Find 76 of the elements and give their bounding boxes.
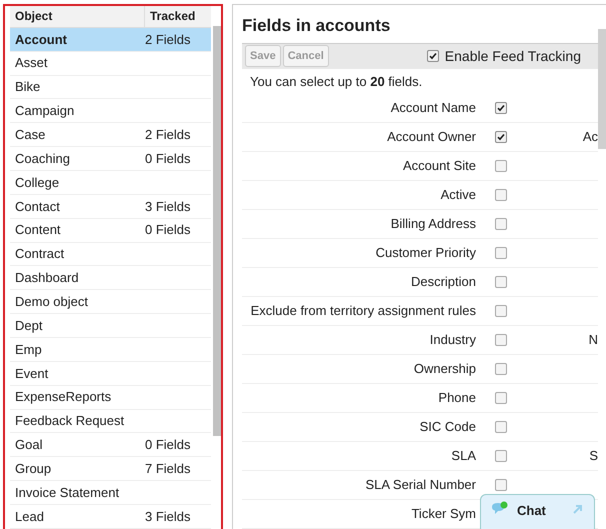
tracked-count: 0 Fields: [145, 221, 191, 240]
chat-widget[interactable]: Chat: [480, 494, 595, 529]
panel-title: Fields in accounts: [242, 15, 392, 37]
feed-tracking-label: Enable Feed Tracking: [444, 46, 581, 66]
checkbox[interactable]: [495, 305, 507, 317]
checkbox[interactable]: [495, 218, 507, 230]
field-label: Ac: [582, 128, 598, 146]
object-row[interactable]: Feedback Request: [10, 410, 212, 434]
checkbox[interactable]: [495, 363, 507, 375]
field-label: S: [589, 447, 598, 466]
tracked-count: 3 Fields: [145, 508, 191, 526]
tracked-count: 2 Fields: [145, 126, 191, 144]
checkbox[interactable]: [495, 160, 507, 172]
field-label: SIC Code: [418, 418, 476, 436]
checkbox[interactable]: [495, 334, 507, 346]
object-name: Feedback Request: [14, 412, 126, 430]
checkbox[interactable]: [495, 131, 507, 143]
object-row[interactable]: Bike: [10, 76, 212, 100]
column-header: Tracked: [144, 6, 196, 27]
tracked-count: 2 Fields: [145, 30, 191, 49]
field-label: N: [588, 331, 598, 350]
field-label: Customer Priority: [374, 244, 476, 262]
checkbox[interactable]: [426, 50, 439, 62]
object-name: Emp: [14, 340, 43, 359]
object-row[interactable]: Account 2 Fields: [10, 28, 212, 52]
checkbox[interactable]: [495, 479, 507, 491]
object-name: Account: [14, 30, 68, 49]
chat-label: Chat: [517, 502, 546, 520]
field-label: Description: [410, 273, 476, 292]
object-name: Contact: [14, 198, 61, 216]
field-label: Active: [440, 186, 476, 204]
object-name: Event: [14, 364, 50, 383]
tracked-count: 0 Fields: [145, 150, 191, 168]
field-label: Account Name: [390, 99, 476, 118]
checkbox[interactable]: [495, 392, 507, 404]
field-label: Phone: [437, 389, 476, 408]
hint-text: You can select up to 20 fields.: [249, 73, 424, 91]
field-label: Ticker Sym: [410, 505, 476, 524]
object-row[interactable]: Asset: [10, 52, 212, 76]
checkbox[interactable]: [495, 276, 507, 288]
object-name: Demo object: [14, 293, 89, 311]
object-name: Bike: [14, 78, 42, 96]
object-name: Invoice Statement: [14, 484, 120, 502]
object-name: Lead: [14, 508, 45, 526]
object-name: Campaign: [14, 102, 76, 120]
checkbox[interactable]: [495, 247, 507, 259]
field-label: Billing Address: [390, 215, 476, 234]
object-name: Goal: [14, 436, 44, 454]
object-name: Coaching: [14, 150, 71, 168]
object-name: Dept: [14, 316, 44, 335]
checkbox[interactable]: [495, 421, 507, 433]
field-label: Industry: [428, 331, 476, 350]
expand-arrow-icon[interactable]: [572, 503, 584, 515]
field-label: SLA Serial Number: [364, 476, 476, 494]
object-name: Dashboard: [14, 269, 80, 288]
object-name: Content: [14, 221, 62, 240]
column-header: Object: [14, 8, 54, 26]
object-name: Group: [14, 460, 52, 478]
object-name: College: [14, 174, 60, 192]
object-name: Case: [14, 126, 46, 144]
object-row[interactable]: Contract: [10, 242, 212, 266]
field-label: Exclude from territory assignment rules: [250, 302, 476, 320]
field-label: Account Site: [402, 157, 476, 176]
object-name: Asset: [14, 54, 49, 72]
field-label: Ownership: [412, 360, 476, 378]
tracked-count: 7 Fields: [145, 460, 191, 478]
checkbox[interactable]: [495, 102, 507, 114]
object-name: ExpenseReports: [14, 388, 112, 406]
checkbox[interactable]: [495, 189, 507, 201]
checkbox[interactable]: [495, 450, 507, 462]
field-label: SLA: [450, 447, 476, 466]
chat-bubble-icon: [491, 501, 509, 515]
field-label: Account Owner: [386, 128, 476, 146]
tracked-count: 3 Fields: [145, 198, 191, 216]
object-name: Contract: [14, 245, 66, 264]
tracked-count: 0 Fields: [145, 436, 191, 454]
